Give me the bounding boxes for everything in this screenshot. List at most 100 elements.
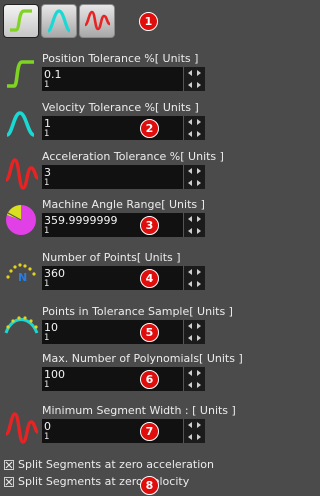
step-text: 1 bbox=[44, 226, 50, 236]
decrement-arrow-icon[interactable] bbox=[188, 323, 192, 329]
check-mark-icon bbox=[5, 461, 13, 469]
increment-arrow-icon[interactable] bbox=[197, 370, 201, 376]
step-text: 1 bbox=[44, 380, 50, 390]
step-text: 1 bbox=[44, 279, 50, 289]
callout-badge: 4 bbox=[140, 269, 159, 288]
increment-arrow-icon[interactable] bbox=[197, 70, 201, 76]
field-row: Machine Angle Range[ Units ] 359.9999999 1… bbox=[0, 198, 249, 244]
decrement-arrow-icon[interactable] bbox=[188, 168, 192, 174]
decrement-arrow-icon[interactable] bbox=[188, 370, 192, 376]
field-row: N Number of Points[ Units ] 360 1 4 bbox=[0, 251, 249, 297]
decrement-step-arrow-icon[interactable] bbox=[188, 82, 192, 88]
velocity-curve-icon bbox=[4, 105, 38, 144]
decrement-step-arrow-icon[interactable] bbox=[188, 131, 192, 137]
increment-arrow-icon[interactable] bbox=[197, 269, 201, 275]
spin-buttons[interactable] bbox=[183, 213, 205, 237]
increment-step-arrow-icon[interactable] bbox=[197, 228, 201, 234]
split-zero-acceleration-checkbox[interactable] bbox=[4, 460, 14, 470]
value-input[interactable]: 11 bbox=[42, 116, 183, 140]
pie-chart-icon bbox=[4, 202, 40, 241]
increment-arrow-icon[interactable] bbox=[197, 216, 201, 222]
decrement-step-arrow-icon[interactable] bbox=[188, 180, 192, 186]
callout-badge: 6 bbox=[140, 370, 159, 389]
value-input[interactable]: 360 1 bbox=[42, 266, 183, 290]
acceleration-curve-icon bbox=[4, 408, 40, 451]
tolerance-sample-icon bbox=[4, 316, 39, 334]
callout-badge: 3 bbox=[140, 216, 159, 235]
spin-buttons[interactable] bbox=[183, 266, 205, 290]
increment-arrow-icon[interactable] bbox=[197, 119, 201, 125]
spin-buttons[interactable] bbox=[183, 116, 205, 140]
split-zero-velocity-checkbox[interactable] bbox=[4, 477, 14, 487]
value-text: 359.9999999 bbox=[44, 214, 118, 227]
field-row: Velocity Tolerance %[ Units ] 1 1 2 bbox=[0, 101, 249, 147]
acceleration-curve-icon bbox=[5, 158, 39, 190]
step-text: 1 bbox=[44, 80, 50, 90]
increment-step-arrow-icon[interactable] bbox=[197, 82, 201, 88]
value-input[interactable]: 100 1 bbox=[42, 367, 183, 391]
pie-chart-icon bbox=[6, 205, 36, 235]
increment-arrow-icon[interactable] bbox=[197, 323, 201, 329]
field-label: Velocity Tolerance %[ Units ] bbox=[42, 101, 199, 114]
acceleration-curve-icon bbox=[84, 10, 111, 31]
step-text: 1 bbox=[44, 333, 50, 343]
split-zero-velocity-label: Split Segments at zero velocity bbox=[18, 475, 190, 488]
increment-step-arrow-icon[interactable] bbox=[197, 131, 201, 137]
decrement-step-arrow-icon[interactable] bbox=[188, 281, 192, 287]
value-input[interactable]: 31 bbox=[42, 165, 183, 189]
velocity-mode-button[interactable] bbox=[41, 4, 77, 38]
acceleration-curve-icon bbox=[5, 412, 39, 444]
increment-arrow-icon[interactable] bbox=[197, 168, 201, 174]
decrement-arrow-icon[interactable] bbox=[188, 269, 192, 275]
decrement-arrow-icon[interactable] bbox=[188, 422, 192, 428]
field-label: Machine Angle Range[ Units ] bbox=[42, 198, 205, 211]
value-input[interactable]: 01 bbox=[42, 419, 183, 443]
callout-badge: 2 bbox=[140, 119, 159, 138]
decrement-arrow-icon[interactable] bbox=[188, 70, 192, 76]
decrement-step-arrow-icon[interactable] bbox=[188, 228, 192, 234]
increment-step-arrow-icon[interactable] bbox=[197, 335, 201, 341]
field-row: Minimum Segment Width : [ Units ] 0 1 7 bbox=[0, 404, 249, 450]
position-curve-icon bbox=[4, 56, 38, 95]
field-label: Acceleration Tolerance %[ Units ] bbox=[42, 150, 224, 163]
position-curve-icon bbox=[7, 60, 34, 88]
increment-step-arrow-icon[interactable] bbox=[197, 180, 201, 186]
field-label: Minimum Segment Width : [ Units ] bbox=[42, 404, 236, 417]
field-row: Max. Number of Polynomials[ Units ] 100 1 6 bbox=[0, 352, 249, 398]
spin-buttons[interactable] bbox=[183, 419, 205, 443]
step-text: 1 bbox=[44, 129, 50, 139]
field-row: Position Tolerance %[ Units ] 0.1 1 bbox=[0, 52, 249, 98]
value-input[interactable]: 359.9999999 1 bbox=[42, 213, 183, 237]
decrement-arrow-icon[interactable] bbox=[188, 216, 192, 222]
increment-step-arrow-icon[interactable] bbox=[197, 382, 201, 388]
points-curve-icon: N bbox=[4, 255, 40, 294]
velocity-curve-icon bbox=[6, 111, 35, 137]
field-row: Acceleration Tolerance %[ Units ] 3 1 bbox=[0, 150, 249, 196]
spin-buttons[interactable] bbox=[183, 165, 205, 189]
acceleration-mode-button[interactable] bbox=[79, 4, 115, 38]
value-input[interactable]: 10 1 bbox=[42, 320, 183, 344]
spin-buttons[interactable] bbox=[183, 320, 205, 344]
position-mode-button[interactable] bbox=[3, 4, 39, 38]
points-curve-icon: N bbox=[6, 263, 36, 284]
increment-step-arrow-icon[interactable] bbox=[197, 434, 201, 440]
decrement-step-arrow-icon[interactable] bbox=[188, 434, 192, 440]
velocity-curve-icon bbox=[47, 9, 71, 33]
callout-badge: 8 bbox=[140, 476, 159, 495]
increment-arrow-icon[interactable] bbox=[197, 422, 201, 428]
spin-buttons[interactable] bbox=[183, 367, 205, 391]
decrement-arrow-icon[interactable] bbox=[188, 119, 192, 125]
callout-badge: 1 bbox=[139, 12, 158, 31]
value-input[interactable]: 0.1 1 bbox=[42, 67, 183, 91]
check-mark-icon bbox=[5, 478, 13, 486]
step-text: 1 bbox=[44, 178, 50, 188]
tolerance-sample-icon bbox=[4, 309, 40, 348]
field-label: Number of Points[ Units ] bbox=[42, 251, 181, 264]
callout-badge: 5 bbox=[140, 323, 159, 342]
increment-step-arrow-icon[interactable] bbox=[197, 281, 201, 287]
decrement-step-arrow-icon[interactable] bbox=[188, 382, 192, 388]
split-zero-acceleration-label: Split Segments at zero acceleration bbox=[18, 458, 214, 471]
spin-buttons[interactable] bbox=[183, 67, 205, 91]
callout-badge: 7 bbox=[140, 422, 159, 441]
decrement-step-arrow-icon[interactable] bbox=[188, 335, 192, 341]
